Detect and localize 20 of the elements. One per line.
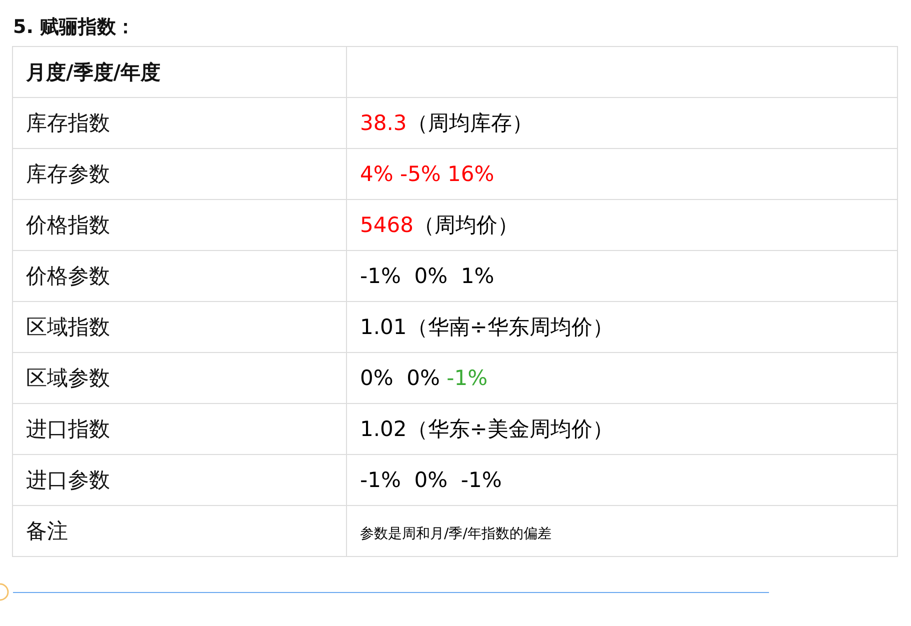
table-header: 月度/季度/年度 [26, 60, 161, 84]
row-value: 4% -5% 16% [360, 162, 494, 186]
row-value: -1% 0% 1% [360, 264, 494, 288]
section-heading: 5. 赋骊指数： [13, 15, 136, 40]
row-value: 0% 0% -1% [360, 366, 488, 390]
row-label: 备注 [26, 519, 68, 543]
row-value: -1% 0% -1% [360, 468, 502, 492]
row-label: 价格指数 [26, 213, 110, 237]
row-label: 进口指数 [26, 417, 110, 441]
row-value: 1.01（华南÷华东周均价） [360, 315, 614, 339]
row-label: 区域指数 [26, 315, 110, 339]
row-value: 38.3（周均库存） [360, 111, 533, 135]
row-label: 库存参数 [26, 162, 110, 186]
row-value: 5468（周均价） [360, 213, 518, 237]
row-label: 价格参数 [26, 264, 110, 288]
row-label: 库存指数 [26, 111, 110, 135]
note-text: 参数是周和月/季/年指数的偏差 [360, 526, 552, 542]
row-value: 1.02（华东÷美金周均价） [360, 417, 614, 441]
row-label: 区域参数 [26, 366, 110, 390]
row-label: 进口参数 [26, 468, 110, 492]
